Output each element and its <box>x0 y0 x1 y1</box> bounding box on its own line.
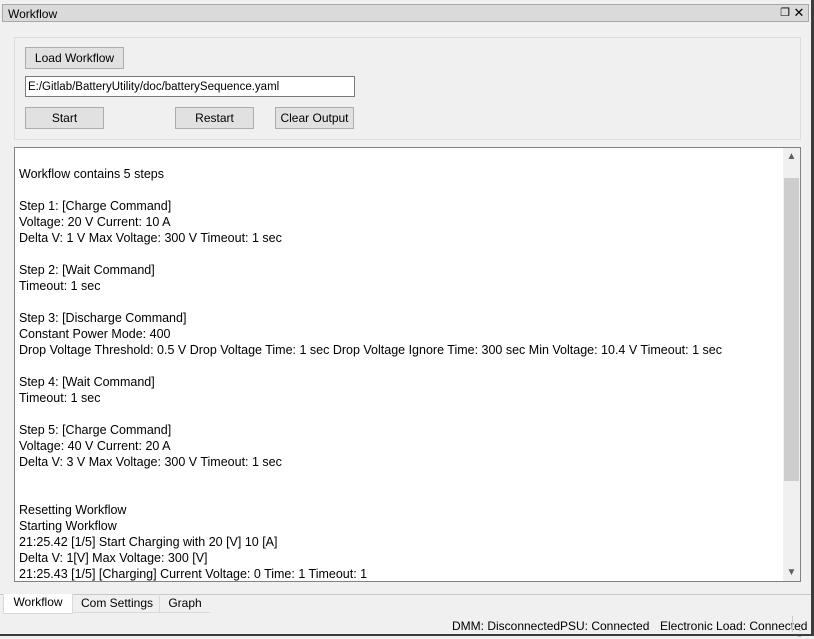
dock-title: Workflow <box>8 7 58 21</box>
start-button[interactable]: Start <box>25 107 104 129</box>
output-line: Drop Voltage Threshold: 0.5 V Drop Volta… <box>19 343 722 357</box>
status-separator <box>792 616 793 632</box>
scrollbar-thumb[interactable] <box>784 178 799 481</box>
tab-workflow[interactable]: Workflow <box>3 594 73 614</box>
output-line: Resetting Workflow <box>19 503 127 517</box>
output-line: Starting Workflow <box>19 519 117 533</box>
output-line: Delta V: 1[V] Max Voltage: 300 [V] <box>19 551 208 565</box>
output-line: Step 2: [Wait Command] <box>19 263 155 277</box>
close-icon[interactable]: ✕ <box>793 6 805 20</box>
output-line: Step 3: [Discharge Command] <box>19 311 187 325</box>
chevron-down-icon[interactable]: ▼ <box>783 564 800 581</box>
output-line: Constant Power Mode: 400 <box>19 327 171 341</box>
output-line: Delta V: 1 V Max Voltage: 300 V Timeout:… <box>19 231 282 245</box>
clear-output-button[interactable]: Clear Output <box>275 107 354 129</box>
output-line: Step 5: [Charge Command] <box>19 423 172 437</box>
status-psu: PSU: Connected <box>560 619 650 633</box>
output-text-area[interactable]: Workflow contains 5 steps Step 1: [Charg… <box>14 147 801 582</box>
status-dmm: DMM: Disconnected <box>452 619 561 633</box>
output-line: 21:25.43 [1/5] [Charging] Current Voltag… <box>19 567 368 581</box>
output-line: Timeout: 1 sec <box>19 279 101 293</box>
output-line: Delta V: 3 V Max Voltage: 300 V Timeout:… <box>19 455 282 469</box>
output-line: Step 1: [Charge Command] <box>19 199 172 213</box>
chevron-up-icon[interactable]: ▲ <box>783 148 800 165</box>
dock-title-bar[interactable]: Workflow ❐ ✕ <box>2 4 809 22</box>
output-line: 21:25.42 [1/5] Start Charging with 20 [V… <box>19 535 278 549</box>
float-restore-icon[interactable]: ❐ <box>779 6 791 20</box>
status-electronic-load: Electronic Load: Connected <box>660 619 808 633</box>
vertical-scrollbar[interactable]: ▲ ▼ <box>783 148 800 581</box>
workflow-path-input[interactable] <box>25 76 355 97</box>
size-grip-icon[interactable]: . ..... <box>797 619 807 639</box>
output-line: Step 4: [Wait Command] <box>19 375 155 389</box>
restart-button[interactable]: Restart <box>175 107 254 129</box>
tab-com-settings[interactable]: Com Settings <box>74 595 160 613</box>
load-workflow-button[interactable]: Load Workflow <box>25 47 124 69</box>
output-line: Voltage: 40 V Current: 20 A <box>19 439 171 453</box>
output-log: Workflow contains 5 steps Step 1: [Charg… <box>19 166 779 582</box>
output-line: Voltage: 20 V Current: 10 A <box>19 215 171 229</box>
tab-graph[interactable]: Graph <box>160 595 210 613</box>
output-line: Workflow contains 5 steps <box>19 167 164 181</box>
output-line: Timeout: 1 sec <box>19 391 101 405</box>
